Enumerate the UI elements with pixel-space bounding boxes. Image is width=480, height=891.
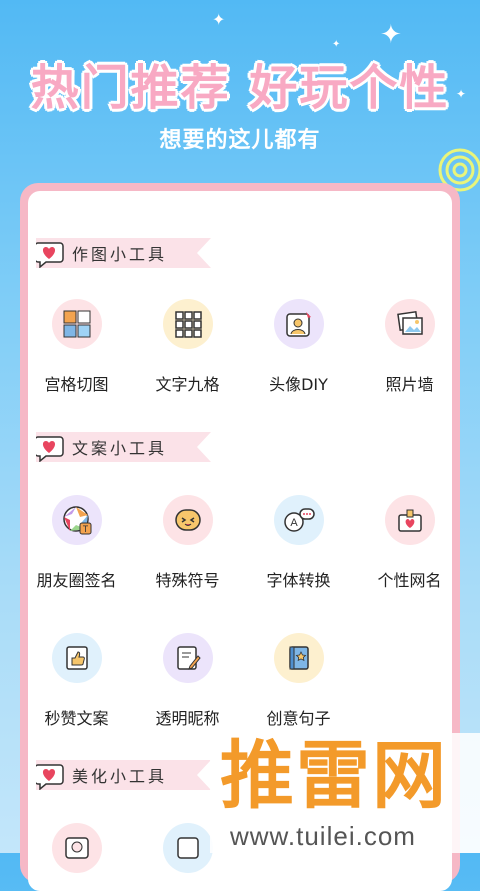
heart-chat-icon xyxy=(36,242,64,268)
tool-personal-nickname[interactable]: 个性网名 xyxy=(354,495,465,591)
sparkle-icon: ✦ xyxy=(212,10,226,29)
tool-label: 创意句子 xyxy=(266,709,331,728)
section-header-drawing: 作图小工具 xyxy=(36,238,211,268)
tool-label: 头像DIY xyxy=(269,375,328,394)
camera-aperture-icon: T xyxy=(51,495,102,545)
watermark: 推雷网 www.tuilei.com xyxy=(210,733,480,853)
photo-heart-icon xyxy=(51,823,102,873)
tool-label: 特殊符号 xyxy=(155,571,220,590)
tool-avatar-diy[interactable]: 头像DIY xyxy=(243,299,354,395)
tool-label: 秒赞文案 xyxy=(44,709,109,728)
section-title: 美化小工具 xyxy=(72,767,168,786)
watermark-url: www.tuilei.com xyxy=(230,821,416,851)
heart-chat-icon xyxy=(36,764,64,790)
emoji-face-icon xyxy=(162,495,213,545)
photo-wall-icon xyxy=(384,299,435,349)
section-title: 作图小工具 xyxy=(72,245,168,264)
tool-font-convert[interactable]: A 字体转换 xyxy=(243,495,354,591)
tool-instant-like-copy[interactable]: 秒赞文案 xyxy=(21,633,132,729)
tool-label: 文字九格 xyxy=(155,375,220,394)
watermark-brand: 推雷网 xyxy=(220,733,448,819)
svg-text:A: A xyxy=(290,517,298,529)
svg-text:T: T xyxy=(82,524,88,534)
tool-label: 朋友圈签名 xyxy=(36,571,117,590)
hero-title: 热门推荐 好玩个性 xyxy=(30,60,450,116)
note-edit-icon xyxy=(162,633,213,683)
hero-subtitle: 想要的这儿都有 xyxy=(159,128,321,153)
grid-cut-icon xyxy=(51,299,102,349)
heart-chat-icon xyxy=(36,436,64,462)
tool-photo-wall[interactable]: 照片墙 xyxy=(354,299,465,395)
thumbs-up-icon xyxy=(51,633,102,683)
tool-transparent-nickname[interactable]: 透明昵称 xyxy=(132,633,243,729)
tool-label: 个性网名 xyxy=(377,571,442,590)
avatar-edit-icon xyxy=(273,299,324,349)
tool-text-nine-grid[interactable]: 文字九格 xyxy=(132,299,243,395)
tool-special-symbols[interactable]: 特殊符号 xyxy=(132,495,243,591)
tool-beautify-1[interactable] xyxy=(21,823,132,873)
tool-grid-cut[interactable]: 宫格切图 xyxy=(21,299,132,395)
star-book-icon xyxy=(273,633,324,683)
tool-label: 字体转换 xyxy=(266,571,331,590)
section-title: 文案小工具 xyxy=(72,439,168,458)
tool-label: 透明昵称 xyxy=(155,709,220,728)
heart-tag-icon xyxy=(384,495,435,545)
tool-label: 宫格切图 xyxy=(44,375,109,394)
font-chat-icon: A xyxy=(273,495,324,545)
tool-label: 照片墙 xyxy=(385,375,434,394)
section-header-copywriting: 文案小工具 xyxy=(36,432,211,462)
sparkle-icon: ✦ xyxy=(380,20,402,50)
section-header-beautify: 美化小工具 xyxy=(36,760,211,790)
tool-creative-sentence[interactable]: 创意句子 xyxy=(243,633,354,729)
frame-icon xyxy=(162,823,213,873)
tool-moments-signature[interactable]: T 朋友圈签名 xyxy=(21,495,132,591)
text-grid-icon xyxy=(162,299,213,349)
